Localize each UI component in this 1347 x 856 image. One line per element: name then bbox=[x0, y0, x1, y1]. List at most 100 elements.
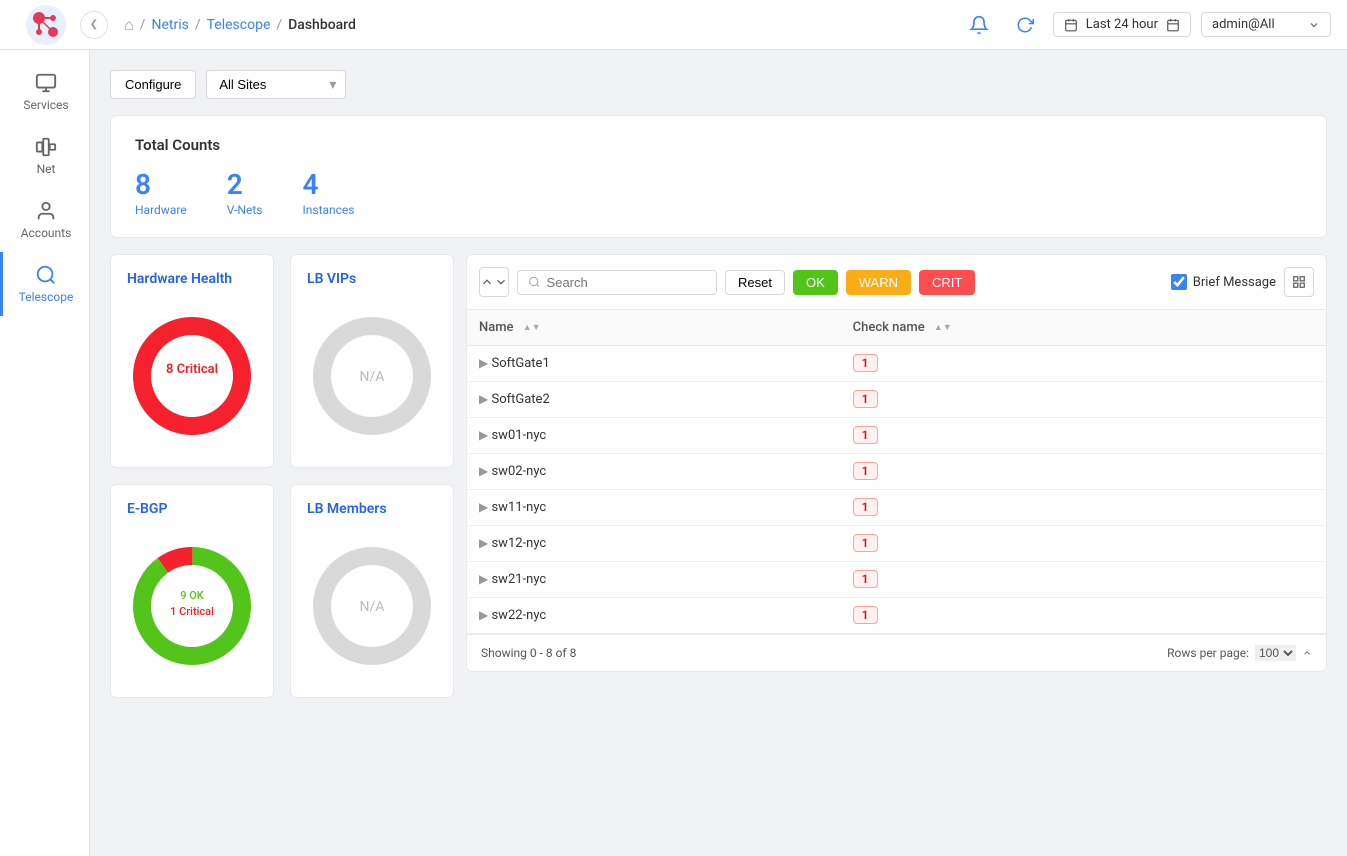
layout-icon bbox=[1292, 275, 1306, 289]
user-label: admin@All bbox=[1212, 17, 1275, 32]
row-expand-button[interactable]: ▶ bbox=[479, 428, 488, 442]
table-footer: Showing 0 - 8 of 8 Rows per page: 100 50… bbox=[467, 634, 1326, 671]
table-row: ▶ sw12-nyc 1 bbox=[467, 526, 1326, 562]
svg-text:8 Critical: 8 Critical bbox=[166, 362, 218, 377]
chart-row-top: Hardware Health 8 Critical LB VIPs bbox=[110, 254, 450, 468]
table-row: ▶ sw22-nyc 1 bbox=[467, 598, 1326, 634]
breadcrumb-dashboard: Dashboard bbox=[288, 17, 356, 33]
sidebar-item-services[interactable]: Services bbox=[0, 60, 89, 124]
row-name: sw02-nyc bbox=[491, 464, 546, 479]
search-input[interactable] bbox=[547, 275, 706, 290]
user-dropdown[interactable]: admin@All bbox=[1201, 12, 1331, 37]
row-badge-cell: 1 bbox=[841, 598, 1326, 634]
sidebar-net-label: Net bbox=[37, 162, 56, 176]
table-row: ▶ sw01-nyc 1 bbox=[467, 418, 1326, 454]
row-expand-button[interactable]: ▶ bbox=[479, 464, 488, 478]
svg-text:N/A: N/A bbox=[360, 599, 385, 615]
table-toolbar: Reset OK WARN CRIT Brief Message bbox=[467, 255, 1326, 310]
sidebar-item-net[interactable]: Net bbox=[0, 124, 89, 188]
row-name: sw12-nyc bbox=[491, 536, 546, 551]
breadcrumb-telescope[interactable]: Telescope bbox=[207, 17, 271, 33]
row-expand-button[interactable]: ▶ bbox=[479, 572, 488, 586]
stat-vnets-number: 2 bbox=[227, 168, 263, 201]
row-expand-button[interactable]: ▶ bbox=[479, 608, 488, 622]
stat-instances: 4 Instances bbox=[302, 168, 354, 217]
row-badge: 1 bbox=[853, 534, 878, 552]
layout-button[interactable] bbox=[1284, 267, 1314, 297]
hardware-health-donut: 8 Critical bbox=[127, 301, 257, 451]
row-name-cell: ▶ sw12-nyc bbox=[467, 526, 841, 562]
row-badge-cell: 1 bbox=[841, 418, 1326, 454]
ebgp-card: E-BGP 9 OK 1 Critical bbox=[110, 484, 274, 698]
svg-text:N/A: N/A bbox=[360, 369, 385, 385]
row-name-cell: ▶ sw21-nyc bbox=[467, 562, 841, 598]
ebgp-donut: 9 OK 1 Critical bbox=[127, 531, 257, 681]
row-badge: 1 bbox=[853, 390, 878, 408]
name-sort-icons[interactable]: ▲▼ bbox=[523, 322, 541, 333]
row-badge-cell: 1 bbox=[841, 490, 1326, 526]
lb-members-title: LB Members bbox=[307, 501, 437, 517]
brief-message-checkbox[interactable] bbox=[1171, 274, 1187, 290]
lb-members-donut: N/A bbox=[307, 531, 437, 681]
row-badge: 1 bbox=[853, 606, 878, 624]
ok-filter-button[interactable]: OK bbox=[793, 270, 838, 295]
row-expand-button[interactable]: ▶ bbox=[479, 392, 488, 406]
row-badge-cell: 1 bbox=[841, 454, 1326, 490]
sidebar: Services Net Accounts Telescope bbox=[0, 50, 90, 856]
expand-button[interactable] bbox=[479, 267, 509, 297]
data-table: Name ▲▼ Check name ▲▼ ▶ SoftGate1 1 bbox=[467, 310, 1326, 634]
site-select-wrapper: All Sites Site 1 Site 2 bbox=[206, 70, 346, 99]
dashboard-grid: Hardware Health 8 Critical LB VIPs bbox=[110, 254, 1327, 698]
lb-members-card: LB Members N/A bbox=[290, 484, 454, 698]
stats-title: Total Counts bbox=[135, 136, 1302, 154]
stat-vnets: 2 V-Nets bbox=[227, 168, 263, 217]
row-badge: 1 bbox=[853, 570, 878, 588]
stat-instances-label: Instances bbox=[302, 203, 354, 217]
time-range-label: Last 24 hour bbox=[1086, 17, 1158, 32]
row-badge: 1 bbox=[853, 354, 878, 372]
refresh-button[interactable] bbox=[1007, 7, 1043, 43]
search-icon bbox=[528, 275, 541, 289]
row-badge-cell: 1 bbox=[841, 346, 1326, 382]
stat-hardware-label: Hardware bbox=[135, 203, 187, 217]
site-select[interactable]: All Sites Site 1 Site 2 bbox=[206, 70, 346, 99]
row-name: sw21-nyc bbox=[491, 572, 546, 587]
configure-button[interactable]: Configure bbox=[110, 70, 196, 99]
warn-filter-button[interactable]: WARN bbox=[846, 270, 911, 295]
row-expand-button[interactable]: ▶ bbox=[479, 536, 488, 550]
table-row: ▶ sw21-nyc 1 bbox=[467, 562, 1326, 598]
time-range-selector[interactable]: Last 24 hour bbox=[1053, 12, 1191, 37]
services-icon bbox=[35, 72, 57, 94]
rows-per-page-select[interactable]: 100 50 25 bbox=[1255, 645, 1296, 661]
col-header-checkname: Check name ▲▼ bbox=[841, 310, 1326, 346]
row-expand-button[interactable]: ▶ bbox=[479, 356, 488, 370]
search-box bbox=[517, 270, 717, 295]
sidebar-item-telescope[interactable]: Telescope bbox=[0, 252, 89, 316]
breadcrumb-netris[interactable]: Netris bbox=[151, 17, 188, 33]
row-badge-cell: 1 bbox=[841, 382, 1326, 418]
sidebar-services-label: Services bbox=[23, 98, 68, 112]
table-row: ▶ SoftGate2 1 bbox=[467, 382, 1326, 418]
hardware-health-title: Hardware Health bbox=[127, 271, 257, 287]
row-expand-button[interactable]: ▶ bbox=[479, 500, 488, 514]
sidebar-toggle[interactable]: ❮ bbox=[80, 11, 108, 39]
lb-vips-card: LB VIPs N/A bbox=[290, 254, 454, 468]
sidebar-item-accounts[interactable]: Accounts bbox=[0, 188, 89, 252]
stats-card: Total Counts 8 Hardware 2 V-Nets 4 Insta… bbox=[110, 115, 1327, 238]
row-name-cell: ▶ SoftGate2 bbox=[467, 382, 841, 418]
row-name: sw22-nyc bbox=[491, 608, 546, 623]
crit-filter-button[interactable]: CRIT bbox=[919, 270, 975, 295]
reset-button[interactable]: Reset bbox=[725, 270, 785, 295]
notifications-button[interactable] bbox=[961, 7, 997, 43]
row-badge: 1 bbox=[853, 426, 878, 444]
sort-down-icon bbox=[494, 275, 508, 289]
row-name-cell: ▶ sw11-nyc bbox=[467, 490, 841, 526]
svg-text:9 OK: 9 OK bbox=[180, 589, 204, 602]
showing-label: Showing 0 - 8 of 8 bbox=[481, 646, 576, 660]
row-name-cell: ▶ sw01-nyc bbox=[467, 418, 841, 454]
lb-vips-title: LB VIPs bbox=[307, 271, 437, 287]
stat-hardware-number: 8 bbox=[135, 168, 187, 201]
checkname-sort-icons[interactable]: ▲▼ bbox=[934, 322, 952, 333]
table-row: ▶ sw11-nyc 1 bbox=[467, 490, 1326, 526]
sort-icon bbox=[480, 275, 494, 289]
